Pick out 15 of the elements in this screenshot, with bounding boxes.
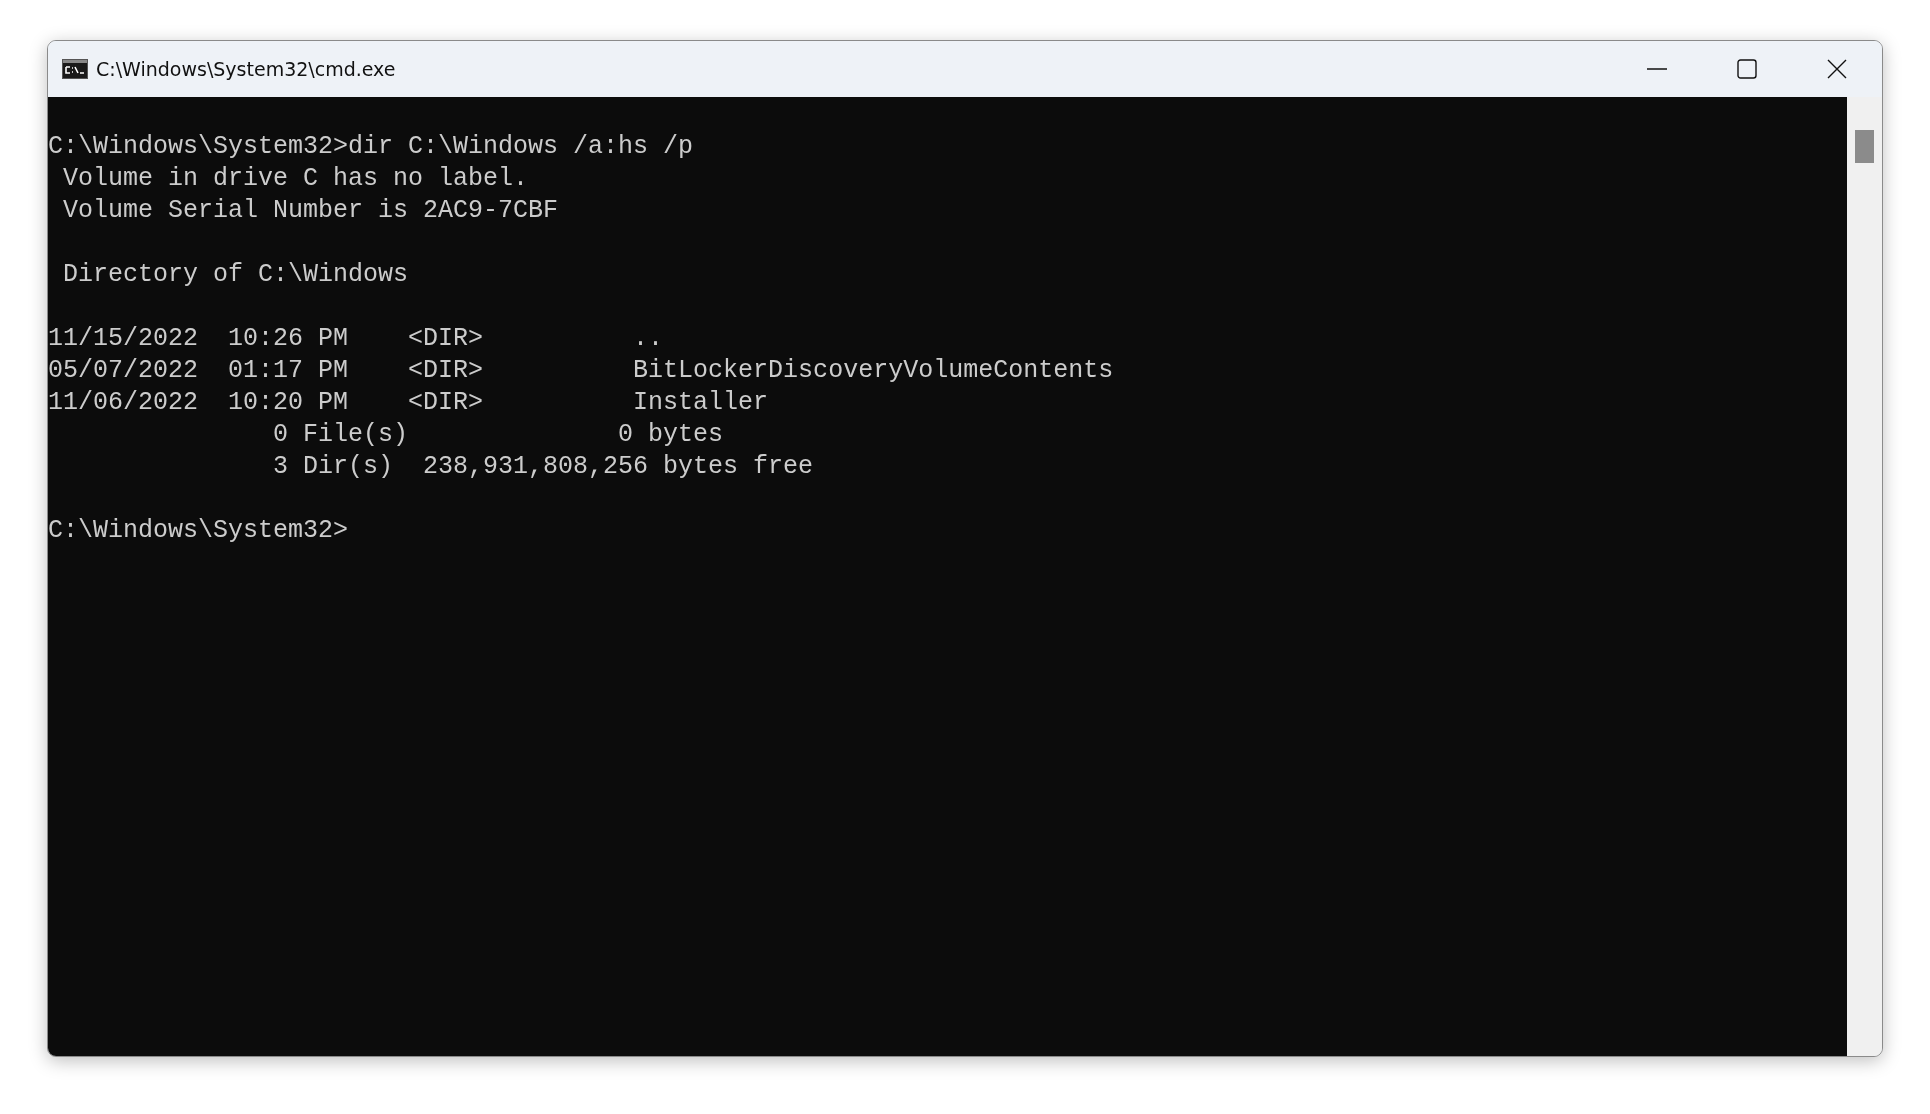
console-line: 0 File(s) 0 bytes <box>272 419 724 451</box>
console-line: 11/15/2022 10:26 PM <DIR> .. <box>48 323 664 355</box>
console-line: Volume Serial Number is 2AC9-7CBF <box>62 195 559 227</box>
console-line: C:\Windows\System32>dir C:\Windows /a:hs /p <box>48 131 694 163</box>
console-line: 05/07/2022 01:17 PM <DIR> BitLockerDiscoveryVolumeContents <box>48 355 1114 387</box>
scrollbar-thumb[interactable] <box>1855 130 1874 163</box>
window-title: C:\Windows\System32\cmd.exe <box>96 58 396 80</box>
maximize-icon[interactable] <box>1737 59 1757 79</box>
console-app-icon <box>62 59 88 79</box>
console-line: C:\Windows\System32> <box>48 515 349 547</box>
console-line: 3 Dir(s) 238,931,808,256 bytes free <box>272 451 814 483</box>
console-line: Volume in drive C has no label. <box>62 163 529 195</box>
console-line: Directory of C:\Windows <box>62 259 409 291</box>
console-line: 11/06/2022 10:20 PM <DIR> Installer <box>48 387 769 419</box>
close-icon[interactable] <box>1827 59 1847 79</box>
